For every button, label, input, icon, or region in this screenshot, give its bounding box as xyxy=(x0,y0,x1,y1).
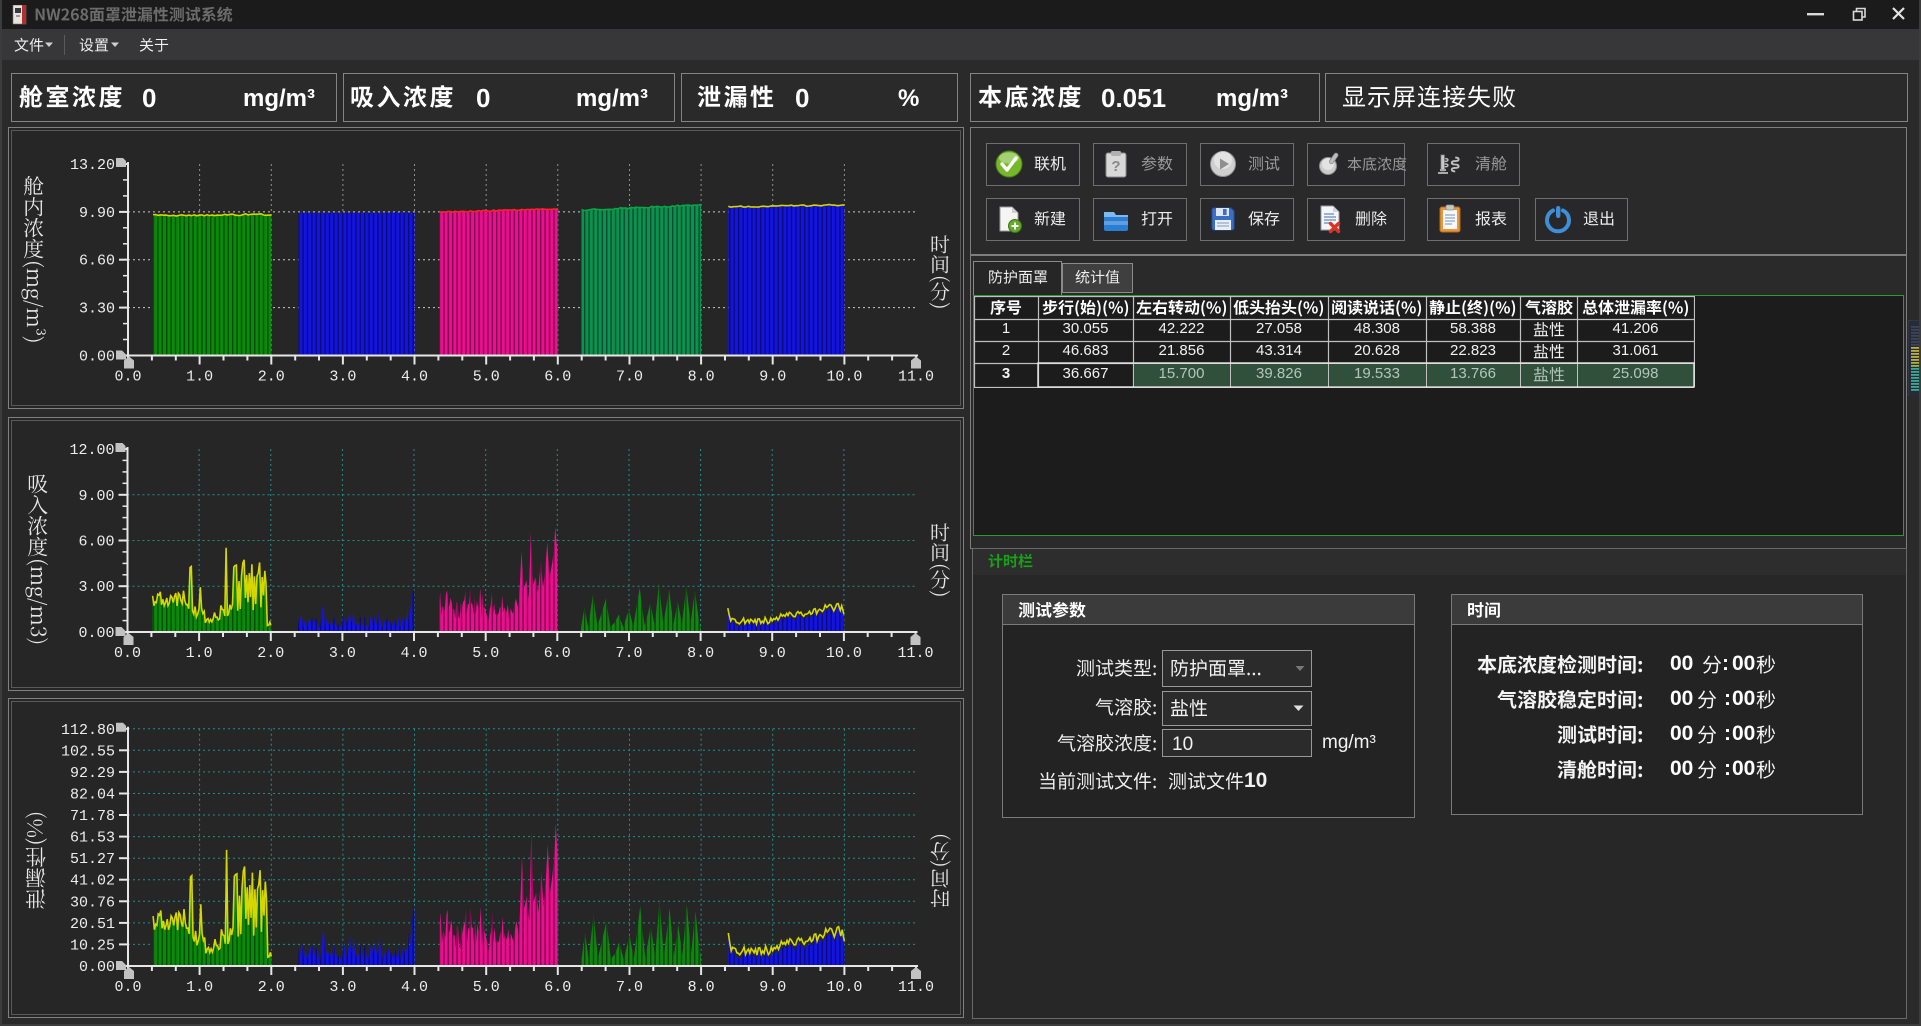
svg-text:0.0: 0.0 xyxy=(114,979,141,996)
svg-text:13.20: 13.20 xyxy=(70,157,115,174)
svg-text:0.00: 0.00 xyxy=(78,625,114,642)
svg-text:9.0: 9.0 xyxy=(759,645,786,662)
svg-text:20.51: 20.51 xyxy=(70,916,115,933)
svg-text:7.0: 7.0 xyxy=(616,369,643,386)
svg-text:102.55: 102.55 xyxy=(61,743,115,760)
svg-text:4.0: 4.0 xyxy=(401,979,428,996)
svg-text:?: ? xyxy=(1111,158,1120,175)
svg-text:5.0: 5.0 xyxy=(473,369,500,386)
svg-text:11.0: 11.0 xyxy=(897,645,933,662)
svg-text:2.0: 2.0 xyxy=(258,979,285,996)
svg-text:41.02: 41.02 xyxy=(70,873,115,890)
svg-text:10.0: 10.0 xyxy=(826,369,862,386)
svg-text:10.0: 10.0 xyxy=(826,645,862,662)
svg-text:1.0: 1.0 xyxy=(186,369,213,386)
svg-text:9.0: 9.0 xyxy=(759,979,786,996)
svg-text:30.76: 30.76 xyxy=(70,894,115,911)
svg-text:5.0: 5.0 xyxy=(472,645,499,662)
svg-text:3.30: 3.30 xyxy=(79,301,115,318)
svg-text:2.0: 2.0 xyxy=(257,645,284,662)
svg-text:8.0: 8.0 xyxy=(688,369,715,386)
svg-text:12.00: 12.00 xyxy=(69,442,114,459)
svg-text:6.0: 6.0 xyxy=(544,369,571,386)
svg-text:10.25: 10.25 xyxy=(70,937,115,954)
svg-text:112.80: 112.80 xyxy=(61,722,115,739)
svg-text:2.0: 2.0 xyxy=(258,369,285,386)
svg-text:71.78: 71.78 xyxy=(70,808,115,825)
svg-text:92.29: 92.29 xyxy=(70,765,115,782)
svg-text:6.0: 6.0 xyxy=(544,645,571,662)
svg-text:3.00: 3.00 xyxy=(78,579,114,596)
svg-text:6.0: 6.0 xyxy=(544,979,571,996)
svg-text:0.0: 0.0 xyxy=(114,369,141,386)
svg-text:8.0: 8.0 xyxy=(688,979,715,996)
svg-text:0.0: 0.0 xyxy=(114,645,141,662)
svg-text:9.00: 9.00 xyxy=(78,488,114,505)
svg-text:9.90: 9.90 xyxy=(79,205,115,222)
svg-text:61.53: 61.53 xyxy=(70,830,115,847)
svg-text:3.0: 3.0 xyxy=(329,979,356,996)
svg-text:4.0: 4.0 xyxy=(401,369,428,386)
svg-text:4.0: 4.0 xyxy=(400,645,427,662)
svg-text:3.0: 3.0 xyxy=(329,369,356,386)
svg-text:11.0: 11.0 xyxy=(898,979,934,996)
svg-text:8.0: 8.0 xyxy=(687,645,714,662)
svg-text:0.00: 0.00 xyxy=(79,349,115,366)
svg-text:51.27: 51.27 xyxy=(70,851,115,868)
svg-text:5.0: 5.0 xyxy=(473,979,500,996)
svg-text:6.00: 6.00 xyxy=(78,534,114,551)
svg-text:1.0: 1.0 xyxy=(186,979,213,996)
svg-text:10.0: 10.0 xyxy=(826,979,862,996)
svg-text:82.04: 82.04 xyxy=(70,787,115,804)
svg-text:11.0: 11.0 xyxy=(898,369,934,386)
svg-text:1.0: 1.0 xyxy=(186,645,213,662)
svg-text:6.60: 6.60 xyxy=(79,253,115,270)
svg-text:0.00: 0.00 xyxy=(79,959,115,976)
svg-text:7.0: 7.0 xyxy=(615,645,642,662)
svg-text:3.0: 3.0 xyxy=(329,645,356,662)
svg-text:7.0: 7.0 xyxy=(616,979,643,996)
svg-text:9.0: 9.0 xyxy=(759,369,786,386)
